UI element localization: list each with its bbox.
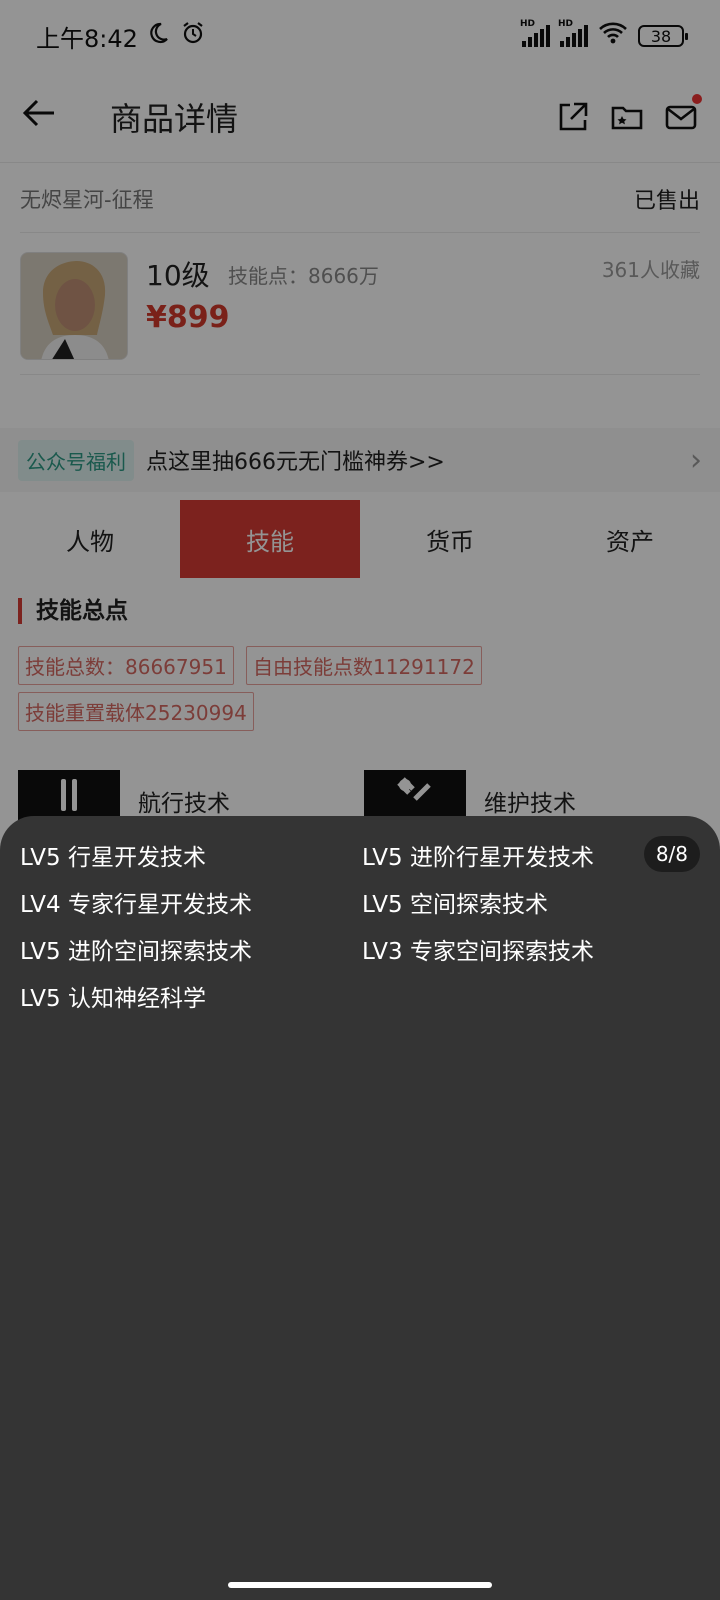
- page-counter-badge: 8/8: [643, 836, 700, 872]
- skill-item: LV5 认知神经科学: [20, 986, 206, 1012]
- skill-item: LV5 行星开发技术: [20, 845, 206, 871]
- skill-item: LV5 空间探索技术: [362, 892, 548, 918]
- skill-item: LV4 专家行星开发技术: [20, 892, 252, 918]
- skill-item: LV3 专家空间探索技术: [362, 939, 594, 965]
- skill-item: LV5 进阶行星开发技术: [362, 845, 594, 871]
- skill-item: LV5 进阶空间探索技术: [20, 939, 252, 965]
- home-indicator[interactable]: [228, 1582, 492, 1588]
- skill-list-sheet: LV5 行星开发技术 LV5 进阶行星开发技术 LV4 专家行星开发技术 LV5…: [0, 816, 720, 1600]
